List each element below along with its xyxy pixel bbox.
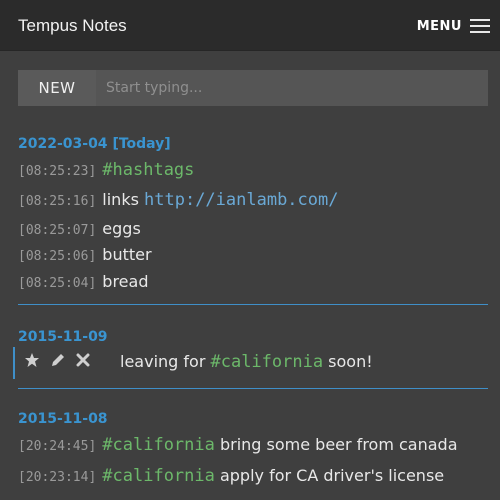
note-actions: [24, 352, 90, 368]
note-row[interactable]: [20:23:14] #california apply for CA driv…: [18, 466, 444, 486]
top-bar: Tempus Notes MENU: [0, 0, 500, 51]
note-row[interactable]: [08:25:07] eggs: [18, 219, 141, 238]
note-timestamp: [08:25:16]: [18, 194, 97, 209]
hashtag-link[interactable]: #california: [210, 352, 323, 372]
new-note-button[interactable]: NEW: [18, 70, 96, 106]
app-title: Tempus Notes: [18, 16, 127, 35]
note-row[interactable]: [20:24:45] #california bring some beer f…: [18, 435, 458, 455]
note-timestamp: [08:25:23]: [18, 164, 97, 179]
day-divider: [18, 304, 488, 305]
url-link[interactable]: http://ianlamb.com/: [144, 190, 338, 210]
note-row[interactable]: [08:25:06] butter: [18, 245, 152, 264]
note-text: bring some beer from canada: [219, 435, 458, 454]
hashtag-link[interactable]: #california: [102, 435, 215, 455]
note-text: bread: [102, 272, 149, 291]
note-entry-bar: NEW: [18, 70, 488, 106]
note-row[interactable]: [08:25:04] bread: [18, 272, 148, 291]
note-timestamp: [08:25:06]: [18, 249, 97, 264]
day-header: 2015-11-08: [18, 411, 108, 427]
day-header: 2022-03-04 [Today]: [18, 136, 171, 152]
day-date: 2022-03-04: [18, 136, 108, 152]
note-row[interactable]: leaving for #california soon!: [120, 352, 373, 372]
note-input[interactable]: [96, 70, 488, 106]
note-timestamp: [20:23:14]: [18, 470, 97, 485]
note-timestamp: [20:24:45]: [18, 439, 97, 454]
note-text: apply for CA driver's license: [219, 466, 445, 485]
menu-button[interactable]: MENU: [417, 14, 490, 38]
hamburger-menu-icon: [470, 18, 490, 34]
menu-label: MENU: [416, 18, 462, 34]
day-divider: [18, 388, 488, 389]
star-icon[interactable]: [24, 352, 40, 368]
note-timestamp: [08:25:07]: [18, 223, 97, 238]
hashtag-link[interactable]: #california: [102, 466, 215, 486]
note-text: soon!: [328, 352, 373, 371]
day-date: 2015-11-08: [18, 411, 108, 427]
today-label: [Today]: [112, 136, 171, 152]
note-text: butter: [102, 245, 152, 264]
note-row[interactable]: [08:25:16] links http://ianlamb.com/: [18, 190, 338, 210]
note-text: eggs: [102, 219, 141, 238]
day-date: 2015-11-09: [18, 329, 108, 345]
note-row[interactable]: [08:25:23] #hashtags: [18, 160, 194, 180]
delete-x-icon[interactable]: [76, 353, 90, 367]
note-text: links: [102, 190, 139, 209]
edit-pencil-icon[interactable]: [50, 352, 66, 368]
note-text: leaving for: [120, 352, 206, 371]
day-header: 2015-11-09: [18, 329, 108, 345]
note-timestamp: [08:25:04]: [18, 276, 97, 291]
hashtag-link[interactable]: #hashtags: [102, 160, 194, 180]
